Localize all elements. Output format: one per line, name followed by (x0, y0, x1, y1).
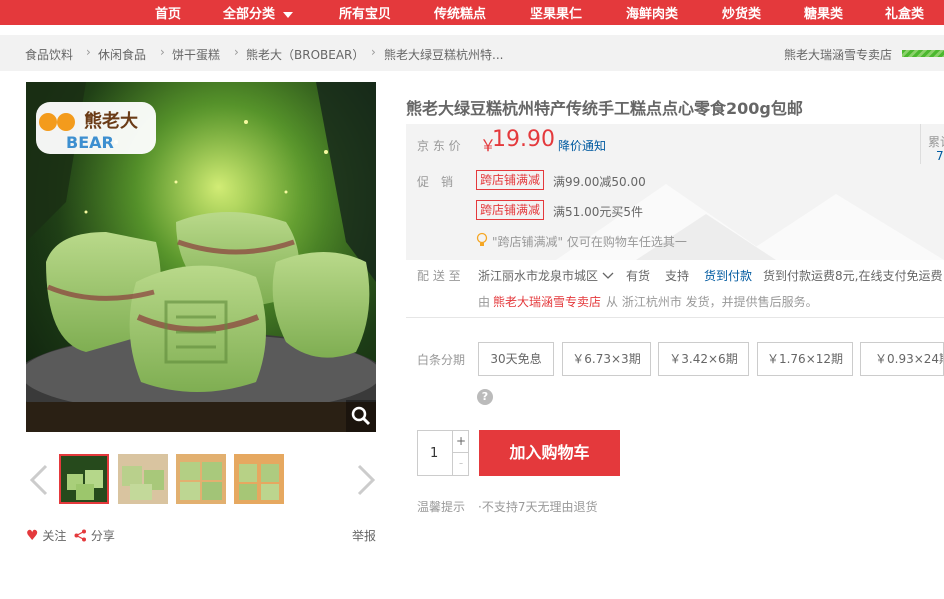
price-label: 京 东 价 (417, 139, 461, 153)
breadcrumb-current-product: 熊老大绿豆糕杭州特... (384, 48, 504, 62)
tips-label: 温馨提示 (417, 500, 466, 514)
nav-item-roasted-snacks[interactable]: 炒货类 (722, 3, 761, 22)
promo-label: 促 销 (417, 175, 454, 189)
zoom-button[interactable] (346, 400, 376, 432)
nav-item-candy[interactable]: 糖果类 (804, 3, 843, 22)
price-panel: 京 东 价 ￥ 19.90 降价通知 累计 7 促 销 跨店铺满减 满99.00… (406, 124, 944, 260)
share-label: 分享 (90, 529, 115, 543)
brand-logo-en: BEAR (66, 133, 114, 152)
cumulative-value[interactable]: 7 (936, 149, 944, 163)
breadcrumb-brand[interactable]: 熊老大（BROBEAR） (246, 46, 364, 63)
promo-text: 满99.00减50.00 (553, 175, 646, 189)
thumbnail-3[interactable] (176, 454, 226, 504)
divider (406, 317, 944, 318)
heart-icon: ♥ (26, 528, 39, 544)
share-button[interactable]: 分享 (74, 527, 115, 544)
main-product-image[interactable]: 熊老大 BEAR (26, 82, 376, 432)
quantity-minus-button[interactable]: - (452, 453, 469, 475)
promo-text: 满51.00元买5件 (553, 205, 643, 219)
chevron-right-icon (357, 464, 376, 496)
thumbnail-1[interactable] (59, 454, 109, 504)
breadcrumb-snacks[interactable]: 休闲食品 (98, 46, 146, 63)
stock-status: 有货 (626, 269, 651, 283)
nav-item-all-products[interactable]: 所有宝贝 (339, 3, 391, 22)
delivery-region-selector[interactable]: 浙江丽水市龙泉市城区 (478, 267, 614, 284)
add-to-cart-button[interactable]: 加入购物车 (479, 430, 620, 476)
cod-link[interactable]: 货到付款 (704, 267, 752, 284)
quantity-stepper: 1 + - (417, 430, 469, 476)
help-icon[interactable]: ? (477, 389, 493, 405)
follow-button[interactable]: ♥ 关注 (26, 527, 66, 544)
thumbnail-2[interactable] (118, 454, 168, 504)
tips-text: ·不支持7天无理由退货 (478, 500, 598, 514)
breadcrumb-separator: › (234, 45, 239, 59)
installment-option[interactable]: ￥3.42×6期 (658, 342, 749, 376)
product-title: 熊老大绿豆糕杭州特产传统手工糕点点心零食200g包邮 (406, 99, 803, 118)
report-link[interactable]: 举报 (352, 527, 376, 544)
promo-tag: 跨店铺满减 (476, 200, 545, 220)
product-photo-illustration: 熊老大 BEAR (26, 82, 376, 432)
baitiao-label: 白条分期 (417, 353, 466, 367)
seller-prefix: 由 (478, 295, 491, 309)
lightbulb-icon (476, 232, 488, 246)
quantity-plus-button[interactable]: + (452, 431, 469, 453)
breadcrumb-separator: › (371, 45, 376, 59)
support-label: 支持 (665, 269, 690, 283)
nav-item-home[interactable]: 首页 (155, 3, 181, 22)
divider (920, 124, 921, 164)
installment-option[interactable]: ￥6.73×3期 (562, 342, 651, 376)
thumbnail-image (176, 454, 226, 504)
nav-item-label: 全部分类 (223, 7, 276, 22)
promo-tag: 跨店铺满减 (476, 170, 545, 190)
breadcrumb-separator: › (86, 45, 91, 59)
gallery-actions: ♥ 关注 分享 举报 (26, 527, 376, 545)
share-icon (74, 529, 86, 542)
nav-item-seafood-meat[interactable]: 海鲜肉类 (626, 3, 678, 22)
nav-item-all-categories[interactable]: 全部分类 (223, 3, 294, 22)
magnifier-icon (351, 406, 371, 426)
installment-option[interactable]: 30天免息 (478, 342, 554, 376)
cumulative-label: 累计 (928, 135, 944, 149)
nav-item-traditional-pastry[interactable]: 传统糕点 (434, 3, 486, 22)
price-value: 19.90 (492, 127, 555, 152)
thumbnail-image (234, 454, 284, 504)
chevron-down-icon (602, 272, 614, 279)
delivery-region: 浙江丽水市龙泉市城区 (478, 269, 599, 283)
top-nav: 首页 全部分类 所有宝贝 传统糕点 坚果果仁 海鲜肉类 炒货类 糖果类 礼盒类 (0, 0, 944, 25)
thumbnail-prev-button[interactable] (26, 462, 50, 498)
shop-rating-bar (902, 50, 944, 57)
breadcrumb-biscuits-cakes[interactable]: 饼干蛋糕 (172, 46, 220, 63)
quantity-input[interactable]: 1 (430, 446, 438, 461)
nav-item-gift-box[interactable]: 礼盒类 (885, 3, 924, 22)
seller-link[interactable]: 熊老大瑞涵雪专卖店 (493, 293, 601, 310)
promo-tip: "跨店铺满减" 仅可在购物车任选其一 (492, 235, 687, 249)
thumbnail-4[interactable] (234, 454, 284, 504)
delivery-label: 配 送 至 (417, 269, 461, 283)
freight-info: 货到付款运费8元,在线支付免运费 (763, 269, 943, 283)
installment-option[interactable]: ￥1.76×12期 (757, 342, 853, 376)
installment-option[interactable]: ￥0.93×24期 (860, 342, 944, 376)
chevron-left-icon (29, 464, 48, 496)
thumbnail-image (118, 454, 168, 504)
breadcrumb-separator: › (160, 45, 165, 59)
breadcrumb-food-drinks[interactable]: 食品饮料 (25, 46, 73, 63)
follow-label: 关注 (42, 529, 67, 543)
shop-name-link[interactable]: 熊老大瑞涵雪专卖店 (784, 46, 892, 63)
thumbnail-next-button[interactable] (355, 462, 379, 498)
brand-logo-cn: 熊老大 (84, 110, 138, 132)
chevron-down-icon (283, 11, 294, 18)
breadcrumb: 食品饮料 › 休闲食品 › 饼干蛋糕 › 熊老大（BROBEAR） › 熊老大绿… (0, 35, 944, 71)
thumbnail-image (61, 456, 107, 502)
seller-suffix: 从 浙江杭州市 发货，并提供售后服务。 (606, 295, 818, 309)
price-drop-notify-link[interactable]: 降价通知 (558, 137, 606, 154)
nav-item-nuts[interactable]: 坚果果仁 (530, 3, 582, 22)
